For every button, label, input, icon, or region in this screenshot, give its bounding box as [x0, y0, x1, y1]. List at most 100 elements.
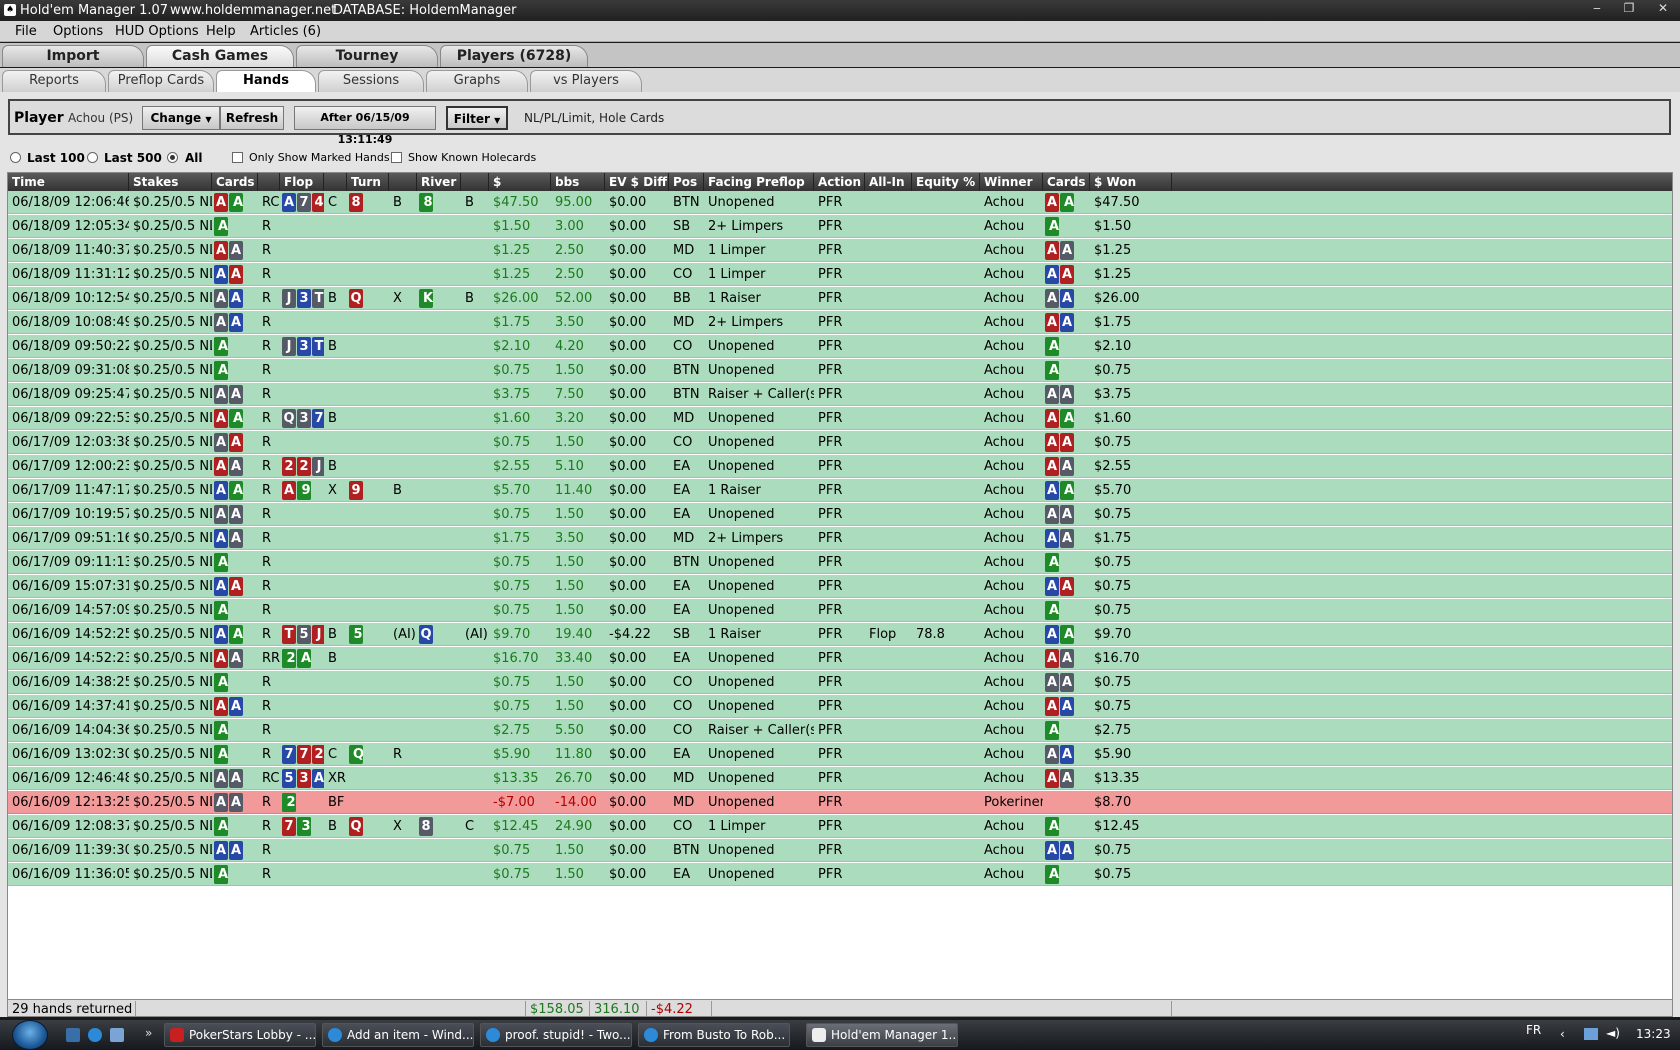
last-500-radio[interactable]: [87, 152, 98, 163]
tab-cash-games[interactable]: Cash Games: [146, 45, 294, 67]
column-header-equity[interactable]: Equity %: [912, 173, 980, 191]
cell-position: BB: [673, 291, 691, 306]
tab-sessions[interactable]: Sessions: [318, 70, 424, 92]
table-row[interactable]: 06/16/09 14:52:23$0.25/0.5 NLAARR2JAB$16…: [8, 647, 1672, 670]
tab-graphs[interactable]: Graphs: [426, 70, 528, 92]
table-row[interactable]: 06/18/09 09:50:22$0.25/0.5 NLAARJ3TB$2.1…: [8, 335, 1672, 358]
table-row[interactable]: 06/18/09 12:05:34$0.25/0.5 NLAAR$1.503.0…: [8, 215, 1672, 238]
table-row[interactable]: 06/17/09 11:47:17$0.25/0.5 NLAARA99X9B$5…: [8, 479, 1672, 502]
table-row[interactable]: 06/16/09 12:46:48 $0.25/0.5 NL A A RC 5 3 A XR $1…: [8, 767, 1672, 790]
column-header-winner-cards[interactable]: Cards: [1043, 173, 1090, 191]
taskbar-item-holdem-manager[interactable]: Hold'em Manager 1...: [806, 1023, 958, 1047]
table-row[interactable]: 06/17/09 12:00:23 $0.25/0.5 NL A A R 2 2 J B $2.5…: [8, 455, 1672, 478]
taskbar-item-proof[interactable]: proof. stupid! - Two...: [480, 1023, 632, 1047]
filter-button[interactable]: Filter ▼: [446, 106, 508, 130]
menu-articles[interactable]: Articles (6): [250, 24, 321, 39]
cell-river-action: [461, 407, 489, 430]
table-row[interactable]: 06/17/09 09:51:16 $0.25/0.5 NL A A R $1.75 3.5…: [8, 527, 1672, 550]
taskbar-item-pokerstars[interactable]: PokerStars Lobby - ...: [164, 1023, 316, 1047]
tab-vs-players[interactable]: vs Players: [530, 70, 642, 92]
cell-facing-preflop: Unopened: [708, 747, 775, 762]
table-row[interactable]: 06/16/09 14:38:25$0.25/0.5 NLAAR$0.751.5…: [8, 671, 1672, 694]
table-row[interactable]: 06/16/09 11:36:05$0.25/0.5 NLAAR$0.751.5…: [8, 863, 1672, 886]
table-row[interactable]: 06/18/09 09:25:47 $0.25/0.5 NL A A R $3.75 7.5…: [8, 383, 1672, 406]
table-row[interactable]: 06/18/09 11:40:37 $0.25/0.5 NL A A R $1.25 2.5…: [8, 239, 1672, 262]
known-holecards-checkbox[interactable]: [391, 152, 402, 163]
table-row[interactable]: 06/17/09 10:19:57 $0.25/0.5 NL A A R $0.75 1.5…: [8, 503, 1672, 526]
table-row[interactable]: 06/17/09 09:11:13$0.25/0.5 NLAAR$0.751.5…: [8, 551, 1672, 574]
column-header-usd[interactable]: $: [489, 173, 551, 191]
close-icon[interactable]: ✕: [1652, 1, 1674, 19]
column-header-cards[interactable]: Cards: [212, 173, 258, 191]
table-row[interactable]: 06/17/09 12:03:38 $0.25/0.5 NL A A R $0.75 1.5…: [8, 431, 1672, 454]
last-100-radio[interactable]: [10, 152, 21, 163]
column-header-turn[interactable]: Turn: [347, 173, 389, 191]
menu-hud-options[interactable]: HUD Options: [115, 24, 199, 39]
table-row[interactable]: 06/16/09 11:39:30 $0.25/0.5 NL A A R $0.75 1.5…: [8, 839, 1672, 862]
menu-help[interactable]: Help: [206, 24, 236, 39]
taskbar-item-add-item[interactable]: Add an item - Wind...: [322, 1023, 474, 1047]
table-row[interactable]: 06/18/09 11:31:12 $0.25/0.5 NL A A R $1.25 2.5…: [8, 263, 1672, 286]
table-row[interactable]: 06/16/09 13:02:30$0.25/0.5 NLAAR772CQR$5…: [8, 743, 1672, 766]
refresh-button[interactable]: Refresh: [220, 106, 284, 130]
tab-hands[interactable]: Hands: [216, 70, 316, 92]
column-header-bbs[interactable]: bbs: [551, 173, 605, 191]
column-header-time[interactable]: Time: [8, 173, 129, 191]
network-icon[interactable]: [1584, 1028, 1598, 1040]
language-indicator[interactable]: FR: [1526, 1023, 1541, 1037]
menu-file[interactable]: File: [15, 24, 37, 39]
column-header-all-in[interactable]: All-In: [865, 173, 912, 191]
column-header-ev-diff[interactable]: EV $ Diff: [605, 173, 669, 191]
table-row[interactable]: 06/18/09 10:08:49 $0.25/0.5 NL A A R $1.75 3.5…: [8, 311, 1672, 334]
date-filter-button[interactable]: After 06/15/09 13:11:49: [294, 106, 436, 146]
column-header-won[interactable]: $ Won: [1090, 173, 1172, 191]
club-card: A: [1060, 625, 1074, 644]
column-header-flop-action[interactable]: [324, 173, 347, 191]
table-row[interactable]: 06/18/09 10:12:54 $0.25/0.5 NL A A R J 3 T B Q X K B…: [8, 287, 1672, 310]
table-row[interactable]: 06/16/09 12:13:25$0.25/0.5 NLAAR92JBF-$7…: [8, 791, 1672, 814]
column-header-preflop-action[interactable]: [258, 173, 280, 191]
tab-players[interactable]: Players (6728): [440, 45, 588, 67]
column-header-winner[interactable]: Winner: [980, 173, 1043, 191]
column-header-position[interactable]: Pos: [669, 173, 704, 191]
cell-all-in: [865, 335, 912, 358]
menu-options[interactable]: Options: [53, 24, 103, 39]
change-button[interactable]: Change ▼: [142, 106, 220, 130]
cell-river-action: [461, 215, 489, 238]
tab-preflop-cards[interactable]: Preflop Cards: [108, 70, 214, 92]
column-header-river-action[interactable]: [461, 173, 489, 191]
column-header-river[interactable]: River: [417, 173, 461, 191]
all-radio[interactable]: [167, 152, 178, 163]
taskbar-item-busto[interactable]: From Busto To Rob...: [638, 1023, 790, 1047]
restore-icon[interactable]: ❐: [1618, 1, 1640, 19]
club-card: A: [1045, 601, 1059, 620]
cell-preflop-action: R: [262, 267, 272, 282]
clock[interactable]: 13:23: [1636, 1027, 1671, 1041]
tab-tourney[interactable]: Tourney: [296, 45, 438, 67]
column-header-flop[interactable]: Flop: [280, 173, 324, 191]
table-row[interactable]: 06/16/09 12:08:37$0.25/0.5 NLAAR73QBQX8C…: [8, 815, 1672, 838]
volume-icon[interactable]: ◄): [1606, 1026, 1620, 1040]
tab-reports[interactable]: Reports: [2, 70, 106, 92]
table-row[interactable]: 06/16/09 15:07:31 $0.25/0.5 NL A A R $0.75 1.5…: [8, 575, 1672, 598]
column-header-action[interactable]: Action: [814, 173, 865, 191]
table-row[interactable]: 06/18/09 09:22:53 $0.25/0.5 NL A A R Q 3 7 B $1.6…: [8, 407, 1672, 430]
marked-hands-checkbox[interactable]: [232, 152, 243, 163]
minimize-icon[interactable]: ‒: [1586, 1, 1608, 19]
column-header-facing-preflop[interactable]: Facing Preflop: [704, 173, 814, 191]
table-row[interactable]: 06/16/09 14:37:41 $0.25/0.5 NL A A R $0.75 1.5…: [8, 695, 1672, 718]
internet-explorer-icon[interactable]: [88, 1028, 102, 1042]
tab-import[interactable]: Import: [2, 45, 144, 67]
column-header-stakes[interactable]: Stakes: [129, 173, 212, 191]
chevron-right-icon[interactable]: »: [145, 1026, 152, 1040]
table-row[interactable]: 06/16/09 14:04:36$0.25/0.5 NLAAR$2.755.5…: [8, 719, 1672, 742]
table-row[interactable]: 06/18/09 12:06:46 $0.25/0.5 NL A A RC A 7 4 C 8 B 8…: [8, 191, 1672, 214]
table-row[interactable]: 06/18/09 09:31:08$0.25/0.5 NLAAR$0.751.5…: [8, 359, 1672, 382]
table-row[interactable]: 06/16/09 14:52:25 $0.25/0.5 NL A A R T 5 J B 5 (AI…: [8, 623, 1672, 646]
window-switch-icon[interactable]: [110, 1028, 124, 1042]
show-desktop-icon[interactable]: [66, 1028, 80, 1042]
column-header-turn-action[interactable]: [389, 173, 417, 191]
table-row[interactable]: 06/16/09 14:57:09$0.25/0.5 NLAAR$0.751.5…: [8, 599, 1672, 622]
tray-expand-icon[interactable]: ‹: [1560, 1027, 1565, 1041]
start-button[interactable]: [12, 1020, 48, 1050]
